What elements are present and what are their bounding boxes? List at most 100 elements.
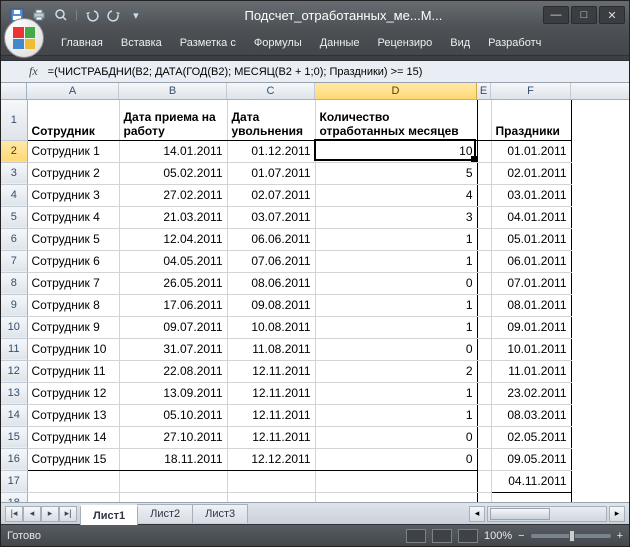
cell-c13[interactable]: 12.11.2011 [227,382,315,404]
sheet-tab-3[interactable]: Лист3 [192,504,248,523]
cell-e18[interactable] [477,492,491,502]
cell-a7[interactable]: Сотрудник 6 [27,250,119,272]
cell-f13[interactable]: 23.02.2011 [491,382,571,404]
cell-a12[interactable]: Сотрудник 11 [27,360,119,382]
cell-a8[interactable]: Сотрудник 7 [27,272,119,294]
cell-c3[interactable]: 01.07.2011 [227,162,315,184]
cell-e13[interactable] [477,382,491,404]
row-header[interactable]: 4 [1,184,27,206]
cell-e11[interactable] [477,338,491,360]
sheet-tab-2[interactable]: Лист2 [137,504,193,523]
cell-e9[interactable] [477,294,491,316]
col-header-b[interactable]: B [119,83,227,99]
cell-e12[interactable] [477,360,491,382]
cell-b10[interactable]: 09.07.2011 [119,316,227,338]
cell-f4[interactable]: 03.01.2011 [491,184,571,206]
cell-c8[interactable]: 08.06.2011 [227,272,315,294]
cell-a17[interactable] [27,470,119,492]
cell-a14[interactable]: Сотрудник 13 [27,404,119,426]
cell-f14[interactable]: 08.03.2011 [491,404,571,426]
cell-f11[interactable]: 10.01.2011 [491,338,571,360]
cell-a9[interactable]: Сотрудник 8 [27,294,119,316]
cell-f17[interactable]: 04.11.2011 [491,470,571,492]
zoom-in-button[interactable]: + [617,530,623,542]
cell-e7[interactable] [477,250,491,272]
col-header-e[interactable]: E [477,83,491,99]
header-cell-f[interactable]: Праздники [491,100,571,140]
cell-f10[interactable]: 09.01.2011 [491,316,571,338]
redo-icon[interactable] [106,7,122,23]
cell-d9[interactable]: 1 [315,294,477,316]
cell-e5[interactable] [477,206,491,228]
cell-d4[interactable]: 4 [315,184,477,206]
cell-d3[interactable]: 5 [315,162,477,184]
cell-f7[interactable]: 06.01.2011 [491,250,571,272]
row-header[interactable]: 16 [1,448,27,470]
cell-c4[interactable]: 02.07.2011 [227,184,315,206]
cell-a3[interactable]: Сотрудник 2 [27,162,119,184]
hscroll-right[interactable]: ▸ [609,506,625,522]
row-header[interactable]: 5 [1,206,27,228]
cell-f16[interactable]: 09.05.2011 [491,448,571,470]
cell-a6[interactable]: Сотрудник 5 [27,228,119,250]
cell-d18[interactable] [315,492,477,502]
tab-developer[interactable]: Разработч [480,33,549,55]
sheet-nav-last[interactable]: ▸| [59,506,77,522]
cell-e4[interactable] [477,184,491,206]
cell-b2[interactable]: 14.01.2011 [119,140,227,162]
col-header-f[interactable]: F [491,83,571,99]
qat-dropdown-icon[interactable]: ▾ [128,7,144,23]
hscroll-thumb[interactable] [490,508,550,520]
cell-b12[interactable]: 22.08.2011 [119,360,227,382]
cell-b8[interactable]: 26.05.2011 [119,272,227,294]
row-header[interactable]: 1 [1,100,27,140]
tab-insert[interactable]: Вставка [113,33,170,55]
cell-a4[interactable]: Сотрудник 3 [27,184,119,206]
cell-b6[interactable]: 12.04.2011 [119,228,227,250]
row-header[interactable]: 7 [1,250,27,272]
row-header[interactable]: 10 [1,316,27,338]
zoom-thumb[interactable] [569,530,575,542]
cell-f6[interactable]: 05.01.2011 [491,228,571,250]
cell-c18[interactable] [227,492,315,502]
select-all-corner[interactable] [1,83,27,99]
cell-d11[interactable]: 0 [315,338,477,360]
tab-home[interactable]: Главная [53,33,111,55]
cell-a11[interactable]: Сотрудник 10 [27,338,119,360]
cell-f5[interactable]: 04.01.2011 [491,206,571,228]
cell-e17[interactable] [477,470,491,492]
formula-input[interactable] [44,64,629,80]
cell-d14[interactable]: 1 [315,404,477,426]
header-cell-d[interactable]: Количество отработанных месяцев [315,100,477,140]
cell-c6[interactable]: 06.06.2011 [227,228,315,250]
cell-c5[interactable]: 03.07.2011 [227,206,315,228]
cell-c10[interactable]: 10.08.2011 [227,316,315,338]
zoom-out-button[interactable]: − [518,530,524,542]
row-header[interactable]: 6 [1,228,27,250]
row-header[interactable]: 2 [1,140,27,162]
cell-d6[interactable]: 1 [315,228,477,250]
cell-d12[interactable]: 2 [315,360,477,382]
cell-e3[interactable] [477,162,491,184]
cell-e8[interactable] [477,272,491,294]
cell-a10[interactable]: Сотрудник 9 [27,316,119,338]
row-header[interactable]: 13 [1,382,27,404]
header-cell-e[interactable] [477,100,491,140]
header-cell-b[interactable]: Дата приема на работу [119,100,227,140]
row-header[interactable]: 14 [1,404,27,426]
view-normal-button[interactable] [406,529,426,543]
row-header[interactable]: 12 [1,360,27,382]
hscroll-track[interactable] [487,506,607,522]
cell-a16[interactable]: Сотрудник 15 [27,448,119,470]
cell-d10[interactable]: 1 [315,316,477,338]
cell-c14[interactable]: 12.11.2011 [227,404,315,426]
row-header[interactable]: 3 [1,162,27,184]
cell-b7[interactable]: 04.05.2011 [119,250,227,272]
cell-b18[interactable] [119,492,227,502]
hscroll-left[interactable]: ◂ [469,506,485,522]
row-header[interactable]: 18 [1,492,27,502]
col-header-a[interactable]: A [27,83,119,99]
maximize-button[interactable]: □ [571,6,597,24]
cell-d17[interactable] [315,470,477,492]
cell-b16[interactable]: 18.11.2011 [119,448,227,470]
